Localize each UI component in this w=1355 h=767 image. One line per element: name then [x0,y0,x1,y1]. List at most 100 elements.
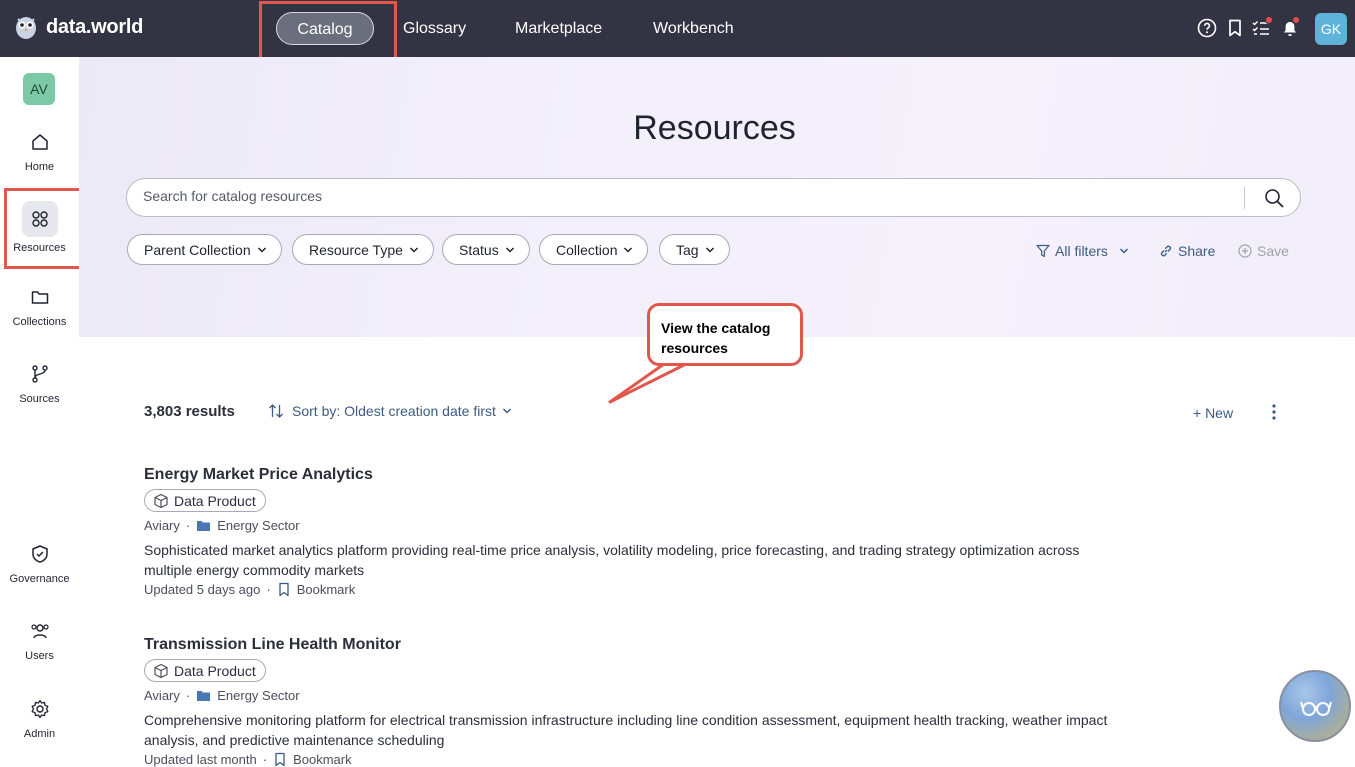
all-filters-label: All filters [1055,243,1108,259]
home-icon [31,134,48,150]
sidebar-item-label: Admin [23,728,56,740]
sidebar-item-label: Users [25,650,54,662]
bookmark-label[interactable]: Bookmark [297,582,356,597]
nav-tab-glossary[interactable]: Glossary [403,12,466,45]
result-owner[interactable]: Aviary [144,518,180,533]
result-collection[interactable]: Energy Sector [217,688,299,703]
all-filters-button[interactable]: All filters [1036,243,1129,259]
bookmark-icon[interactable] [277,582,291,597]
result-footer: Updated last month · Bookmark [144,752,1124,767]
chevron-down-icon [1119,248,1128,254]
ai-assistant-button[interactable] [1279,670,1351,742]
nav-tab-workbench[interactable]: Workbench [653,12,734,45]
result-title[interactable]: Energy Market Price Analytics [144,466,1124,484]
results-count: 3,803 results [144,403,235,420]
sidebar-item-home[interactable]: Home [0,132,79,173]
chevron-down-icon [257,246,266,253]
brand[interactable]: data.world [14,14,143,40]
annotation-callout: View the catalog resources [647,303,803,366]
sidebar-item-label: Governance [9,573,70,585]
result-updated: Updated last month [144,751,257,767]
filter-label: Resource Type [309,241,403,258]
separator-dot: · [262,751,268,767]
filter-collection[interactable]: Collection [539,234,649,265]
search-input[interactable] [143,188,1223,204]
sidebar-item-sources[interactable]: Sources [0,364,79,405]
filter-funnel-icon [1036,244,1050,258]
save-button[interactable]: Save [1238,243,1289,259]
sort-arrows-icon [269,404,283,418]
result-meta: Aviary · Energy Sector [144,688,1124,703]
filter-status[interactable]: Status [442,234,530,265]
gear-icon [31,699,48,719]
plus-circle-icon [1238,244,1252,258]
link-icon [1160,245,1172,257]
shield-icon [31,545,48,563]
chevron-down-icon [502,408,511,414]
bookmark-label[interactable]: Bookmark [293,752,352,767]
filter-label: Collection [556,241,618,258]
filter-label: Status [459,241,499,258]
sidebar-item-collections[interactable]: Collections [0,287,79,328]
share-label: Share [1178,243,1216,259]
result-item: Transmission Line Health Monitor Data Pr… [144,636,1124,767]
separator-dot: · [266,581,271,597]
glasses-icon [1300,701,1332,716]
save-label: Save [1257,243,1289,259]
sources-icon [31,365,48,383]
nav-tab-marketplace[interactable]: Marketplace [515,12,602,45]
page-header: Resources Parent Collection Resource Typ… [79,57,1355,337]
separator-dot: · [185,687,191,703]
sort-dropdown[interactable]: Sort by: Oldest creation date first [268,403,512,419]
filter-label: Parent Collection [144,241,251,258]
more-options-icon[interactable] [1266,403,1282,421]
resource-type-label: Data Product [174,662,256,679]
new-resource-button[interactable]: + New [1193,405,1233,421]
sidebar-item-admin[interactable]: Admin [0,699,79,740]
brand-name: data.world [46,15,144,38]
search-divider [1244,187,1245,209]
sidebar-item-governance[interactable]: Governance [0,544,79,585]
help-icon[interactable] [1197,18,1217,38]
page-title: Resources [633,109,796,147]
share-button[interactable]: Share [1159,243,1215,259]
resource-type-badge: Data Product [144,489,266,512]
left-sidebar: AV Home Resources Collections Sources Go… [0,57,79,767]
result-description: Sophisticated market analytics platform … [144,541,1080,578]
filter-parent-collection[interactable]: Parent Collection [127,234,282,265]
chevron-down-icon [624,246,633,253]
sidebar-item-label: Collections [12,316,67,328]
user-avatar[interactable]: GK [1315,13,1347,45]
sidebar-item-users[interactable]: Users [0,621,79,662]
bookmark-icon[interactable] [273,752,287,767]
result-meta: Aviary · Energy Sector [144,518,1124,533]
cube-icon [154,493,168,508]
filter-resource-type[interactable]: Resource Type [292,234,434,265]
owl-logo-icon [16,17,36,39]
cube-icon [154,663,168,678]
organization-avatar[interactable]: AV [23,73,55,105]
bookmark-icon[interactable] [1225,18,1245,38]
sidebar-item-label: Sources [19,393,60,405]
result-item: Energy Market Price Analytics Data Produ… [144,466,1124,597]
result-owner[interactable]: Aviary [144,688,180,703]
filter-label: Tag [676,241,699,258]
users-icon [30,624,49,639]
chevron-down-icon [705,246,714,253]
separator-dot: · [185,517,191,533]
result-collection[interactable]: Energy Sector [217,518,299,533]
top-navigation-bar: data.world Catalog Glossary Marketplace … [0,0,1355,57]
result-description: Comprehensive monitoring platform for el… [144,711,1108,748]
highlight-resources-item [4,188,87,269]
folder-icon [197,520,211,531]
filter-tag[interactable]: Tag [659,234,730,265]
resource-type-badge: Data Product [144,659,266,682]
search-icon[interactable] [1263,187,1285,209]
search-bar [126,178,1301,217]
result-footer: Updated 5 days ago · Bookmark [144,582,1124,597]
result-title[interactable]: Transmission Line Health Monitor [144,636,1124,654]
sort-label: Sort by: Oldest creation date first [292,403,496,419]
highlight-catalog-tab [259,1,397,65]
tasks-notification-dot [1265,16,1273,24]
folder-icon [31,291,48,304]
